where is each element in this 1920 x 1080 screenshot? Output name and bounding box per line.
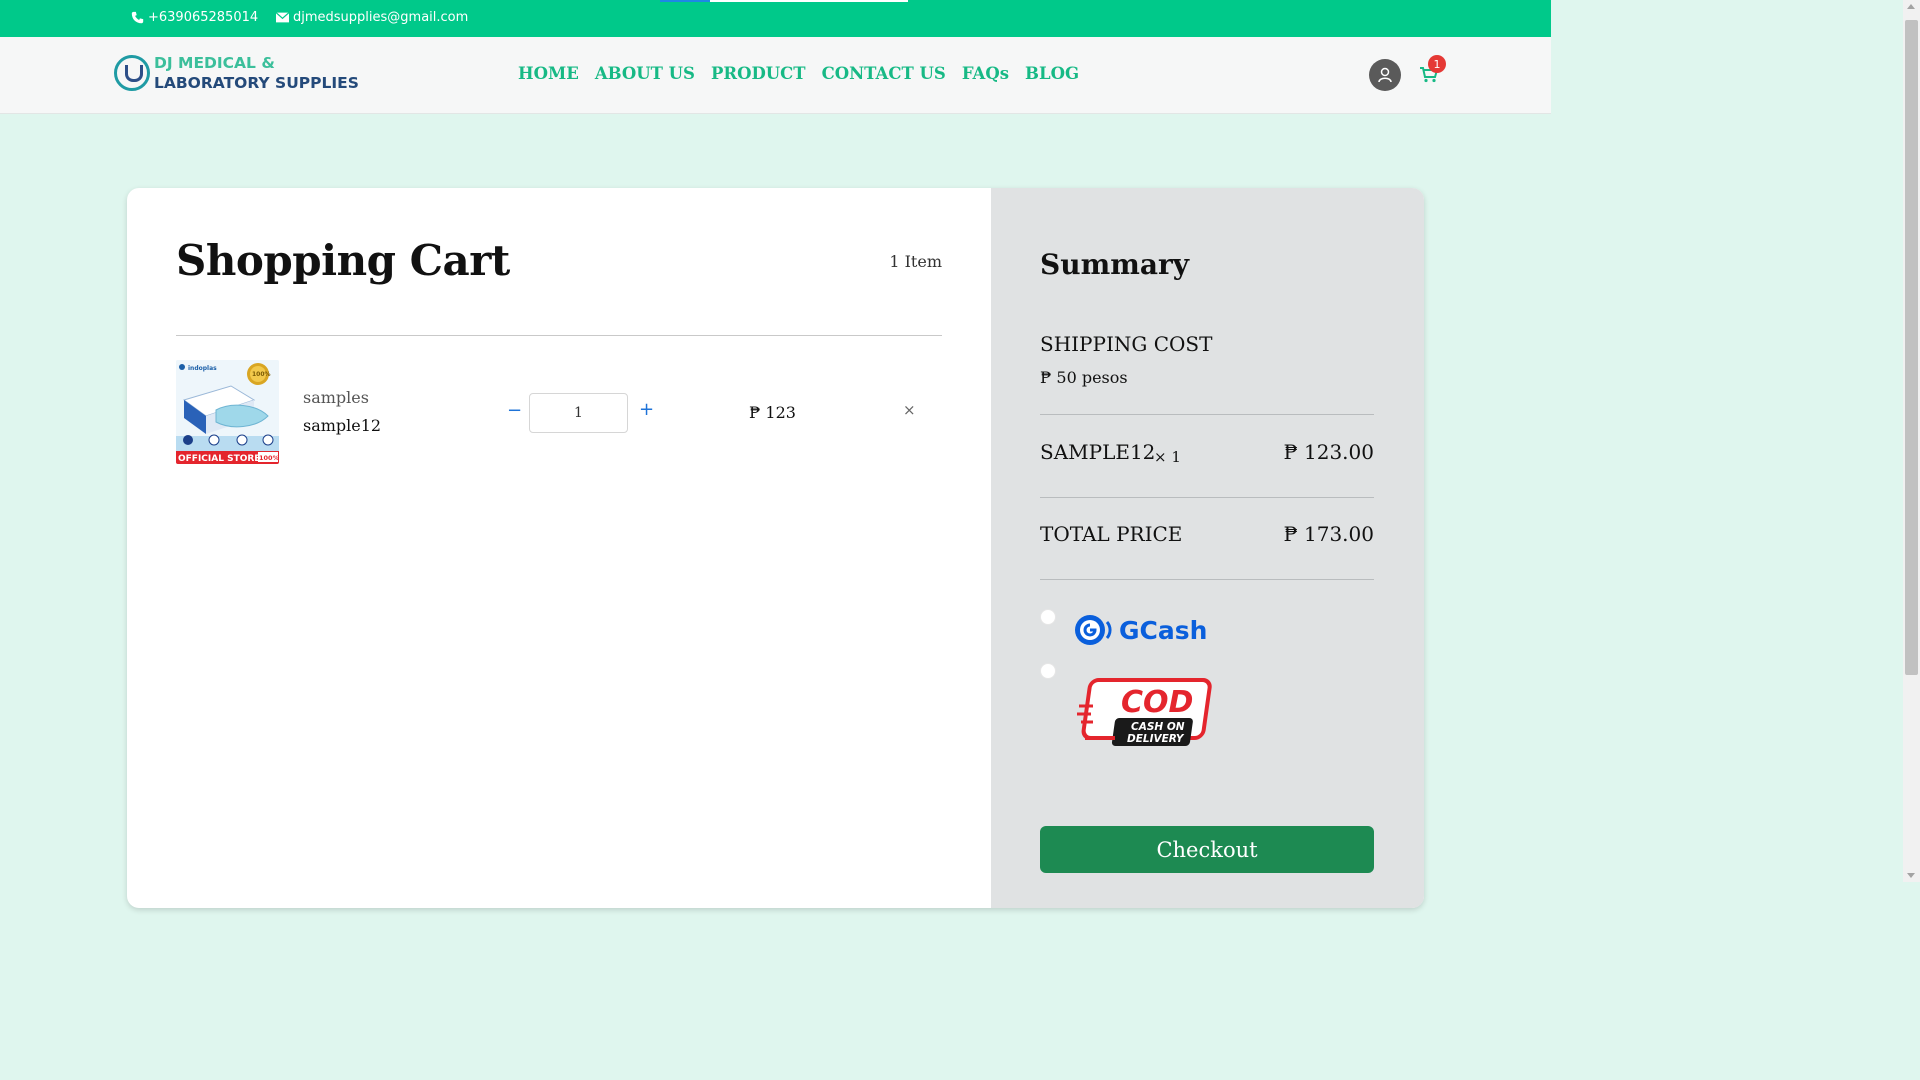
user-account-button[interactable] xyxy=(1369,59,1401,91)
svg-text:indoplas: indoplas xyxy=(188,365,217,372)
email-contact[interactable]: djmedsupplies@gmail.com xyxy=(276,10,468,25)
page-title: Shopping Cart xyxy=(176,236,510,285)
total-value: ₱ 173.00 xyxy=(1283,522,1374,546)
payment-radio-cod[interactable] xyxy=(1040,663,1056,679)
face-mask-box-image: indoplas 100% OFFICIAL STORE 100% xyxy=(176,360,279,464)
gcash-label: GCash xyxy=(1119,615,1208,645)
shipping-value: ₱ 50 pesos xyxy=(1040,368,1128,387)
scroll-down-icon[interactable] xyxy=(1907,873,1915,878)
main-nav: HOME ABOUT US PRODUCT CONTACT US FAQs BL… xyxy=(518,64,1079,83)
payment-radio-gcash[interactable] xyxy=(1040,609,1056,625)
logo-line-1: DJ MEDICAL & xyxy=(154,54,275,72)
svg-text:100%: 100% xyxy=(259,454,279,462)
nav-faqs[interactable]: FAQs xyxy=(962,64,1009,83)
svg-text:100%: 100% xyxy=(252,371,271,378)
close-icon[interactable]: × xyxy=(903,401,916,419)
svg-text:CASH ON: CASH ON xyxy=(1131,721,1185,733)
divider xyxy=(1040,497,1374,498)
svg-text:OFFICIAL STORE: OFFICIAL STORE xyxy=(178,454,260,464)
cart-item-row: indoplas 100% OFFICIAL STORE 100% sample… xyxy=(176,360,942,468)
svg-text:COD: COD xyxy=(1121,685,1193,720)
gcash-icon xyxy=(1075,615,1112,645)
user-icon xyxy=(1378,67,1392,83)
scrollbar-thumb[interactable] xyxy=(1905,20,1918,675)
cod-logo: COD CASH ON DELIVERY xyxy=(1077,678,1212,746)
phone-number: +639065285014 xyxy=(148,10,259,25)
checkout-button[interactable]: Checkout xyxy=(1040,826,1374,873)
item-count: 1 Item xyxy=(889,252,942,271)
email-icon xyxy=(276,12,289,23)
item-price: ₱ 123 xyxy=(749,403,796,422)
total-label: TOTAL PRICE xyxy=(1040,522,1183,546)
divider xyxy=(176,335,942,336)
divider xyxy=(1040,579,1374,580)
nav-contact-us[interactable]: CONTACT US xyxy=(822,64,946,83)
nav-product[interactable]: PRODUCT xyxy=(711,64,806,83)
shipping-label: SHIPPING COST xyxy=(1040,332,1213,356)
product-image[interactable]: indoplas 100% OFFICIAL STORE 100% xyxy=(176,360,279,464)
cart-count-badge: 1 xyxy=(1428,55,1446,73)
top-contact-bar: +639065285014 djmedsupplies@gmail.com xyxy=(0,0,1551,37)
logo-line-2: LABORATORY SUPPLIES xyxy=(154,74,359,92)
nav-home[interactable]: HOME xyxy=(518,64,579,83)
summary-panel: Summary SHIPPING COST ₱ 50 pesos SAMPLE1… xyxy=(991,188,1424,908)
phone-contact[interactable]: +639065285014 xyxy=(131,10,258,25)
cart-card: Shopping Cart 1 Item indoplas 100% OFFIC… xyxy=(127,188,1424,908)
quantity-input[interactable] xyxy=(529,393,628,433)
page-loading-bar xyxy=(660,0,908,2)
item-name: sample12 xyxy=(303,416,382,435)
summary-item-price: ₱ 123.00 xyxy=(1283,440,1374,464)
minus-icon[interactable]: − xyxy=(507,400,522,421)
site-header: DJ MEDICAL & LABORATORY SUPPLIES HOME AB… xyxy=(0,37,1551,114)
scroll-up-icon[interactable] xyxy=(1907,4,1915,9)
plus-icon[interactable]: + xyxy=(639,399,654,420)
gcash-logo: GCash xyxy=(1073,612,1207,648)
nav-about-us[interactable]: ABOUT US xyxy=(595,64,695,83)
item-category: samples xyxy=(303,388,369,407)
stethoscope-logo-icon xyxy=(114,55,150,91)
summary-item-qty: × 1 xyxy=(1154,448,1181,466)
svg-text:DELIVERY: DELIVERY xyxy=(1127,733,1185,745)
email-address: djmedsupplies@gmail.com xyxy=(293,10,469,25)
nav-blog[interactable]: BLOG xyxy=(1025,64,1079,83)
phone-icon xyxy=(131,11,144,24)
divider xyxy=(1040,414,1374,415)
cart-panel: Shopping Cart 1 Item indoplas 100% OFFIC… xyxy=(127,188,991,908)
site-logo[interactable]: DJ MEDICAL & LABORATORY SUPPLIES xyxy=(114,53,359,93)
summary-title: Summary xyxy=(1040,248,1189,281)
summary-item-name: SAMPLE12 xyxy=(1040,440,1156,464)
page-scrollbar[interactable] xyxy=(1903,0,1920,882)
